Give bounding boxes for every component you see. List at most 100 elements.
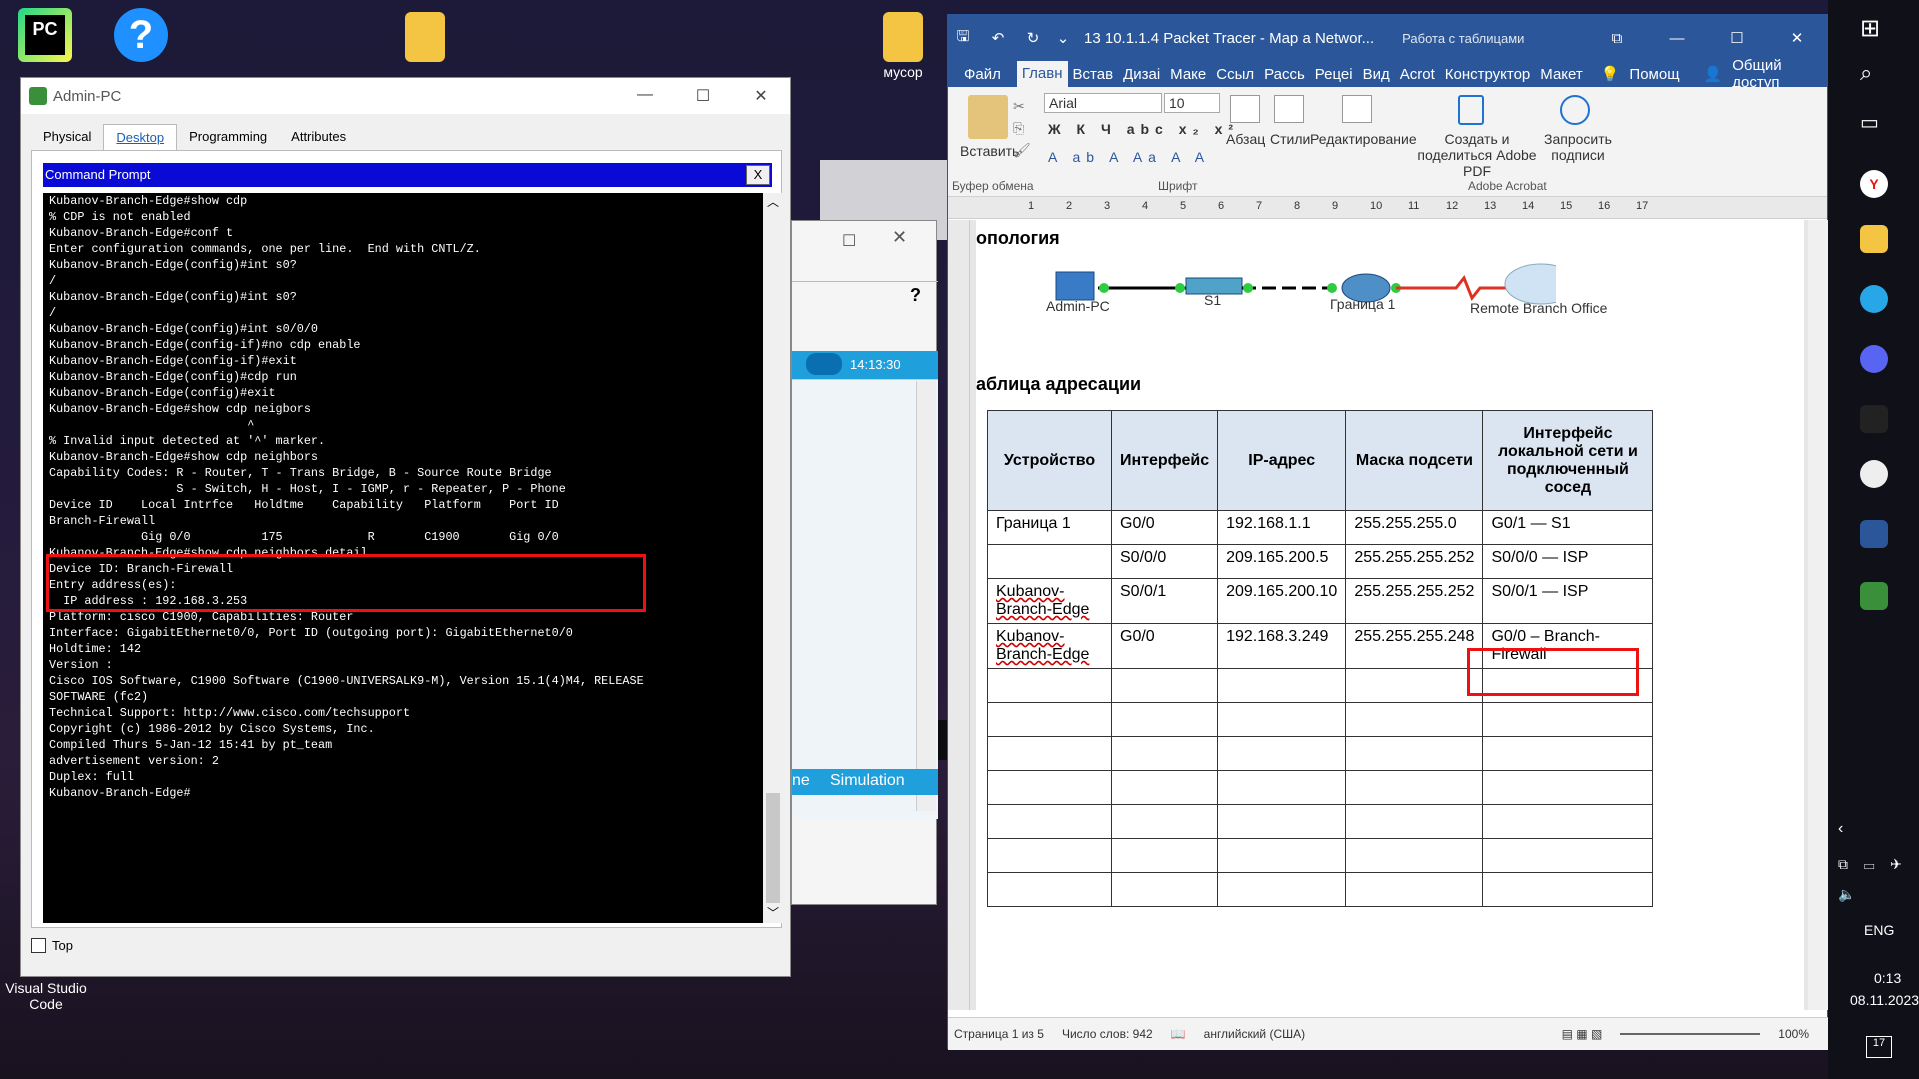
table-row[interactable]: Граница 1 G0/0 192.168.1.1 255.255.255.0 G0/…	[987, 510, 1654, 545]
table-cell[interactable]	[1482, 804, 1654, 839]
desktop-icon-musor[interactable]: мусор	[858, 12, 948, 80]
customize-icon[interactable]: ⌄	[1048, 29, 1078, 47]
table-cell[interactable]	[1110, 804, 1219, 839]
tab-layout[interactable]: Маке	[1165, 66, 1211, 83]
table-cell[interactable]	[987, 544, 1112, 579]
font-size-select[interactable]: 10	[1164, 93, 1220, 113]
table-row[interactable]: S0/0/0 209.165.200.5 255.255.255.252 S0/0/0…	[987, 544, 1654, 579]
yandex-icon[interactable]: Y	[1860, 170, 1888, 198]
top-checkbox[interactable]: Top	[31, 938, 73, 953]
tab-attributes[interactable]: Attributes	[279, 124, 358, 150]
table-cell[interactable]	[1482, 770, 1654, 805]
maximize-icon[interactable]: ☐	[1707, 29, 1767, 47]
tray-icons[interactable]: ⧉ ▭ ✈	[1838, 856, 1908, 873]
table-cell[interactable]: S0/0/0	[1110, 544, 1219, 579]
tab-programming[interactable]: Programming	[177, 124, 279, 150]
tab-acrobat[interactable]: Acrot	[1395, 66, 1440, 83]
table-cell[interactable]: G0/1 — S1	[1482, 510, 1654, 545]
zoom-slider[interactable]	[1620, 1033, 1761, 1035]
maximize-icon[interactable]: ☐	[842, 231, 856, 251]
table-row[interactable]	[987, 838, 1654, 873]
task-view-icon[interactable]: ▭	[1860, 110, 1888, 138]
help-question[interactable]: ?	[910, 285, 921, 306]
tray-chevron-icon[interactable]: ‹	[1838, 820, 1843, 838]
table-cell[interactable]: 255.255.255.252	[1345, 578, 1484, 624]
table-cell[interactable]: 255.255.255.248	[1345, 623, 1484, 669]
telegram-icon[interactable]	[1860, 285, 1888, 313]
desktop-icon-vscode[interactable]: Visual Studio Code	[0, 980, 92, 1012]
table-cell[interactable]: 255.255.255.0	[1345, 510, 1484, 545]
view-icons[interactable]: ▤ ▦ ▧	[1562, 1027, 1603, 1041]
table-cell[interactable]	[1217, 770, 1347, 805]
table-cell[interactable]: 255.255.255.252	[1345, 544, 1484, 579]
minimize-icon[interactable]: —	[616, 86, 674, 106]
table-cell[interactable]	[1482, 872, 1654, 907]
help-lightbulb-icon[interactable]: 💡	[1596, 65, 1625, 83]
table-cell[interactable]	[1345, 872, 1484, 907]
table-cell[interactable]	[1110, 770, 1219, 805]
realtime-label[interactable]: ne	[792, 772, 810, 790]
tab-design[interactable]: Дизаі	[1118, 66, 1165, 83]
document-page[interactable]: опология Admin-PC S1 Граница 1 Remote Br…	[976, 220, 1804, 1010]
tab-mailings[interactable]: Рассь	[1259, 66, 1310, 83]
table-cell[interactable]	[987, 872, 1112, 907]
packet-tracer-taskbar-icon[interactable]	[1860, 582, 1888, 610]
table-row[interactable]: Kubanov-Branch-Edge S0/0/1 209.165.200.10 2…	[987, 578, 1654, 624]
language-status[interactable]: английский (США)	[1204, 1027, 1305, 1041]
close-icon[interactable]: ✕	[1767, 29, 1827, 47]
table-cell[interactable]	[1217, 872, 1347, 907]
paste-label[interactable]: Вставить	[960, 143, 1019, 159]
page-count[interactable]: Страница 1 из 5	[954, 1027, 1044, 1041]
table-cell[interactable]	[1110, 702, 1219, 737]
create-pdf-label[interactable]: Создать и поделиться Adobe PDF	[1412, 131, 1542, 179]
tab-references[interactable]: Ссыл	[1211, 66, 1259, 83]
clipboard-tools[interactable]: ✂ ⎘ 🖌	[1013, 95, 1031, 161]
tab-insert[interactable]: Встав	[1068, 66, 1119, 83]
table-row[interactable]	[987, 736, 1654, 771]
paste-icon[interactable]	[968, 95, 1008, 139]
table-cell[interactable]	[1482, 838, 1654, 873]
table-cell[interactable]	[1217, 804, 1347, 839]
tab-review[interactable]: Рецеі	[1310, 66, 1358, 83]
table-cell[interactable]	[1482, 736, 1654, 771]
table-cell[interactable]: G0/0	[1110, 623, 1219, 669]
vertical-ruler[interactable]	[948, 220, 970, 1010]
table-cell[interactable]: 192.168.3.249	[1217, 623, 1347, 669]
request-sign-icon[interactable]	[1560, 95, 1590, 125]
save-icon[interactable]: 🖫	[948, 26, 978, 51]
terminal-scrollbar[interactable]: ︿ ﹀	[763, 193, 783, 923]
table-cell[interactable]	[1217, 668, 1347, 703]
tab-table-layout[interactable]: Макет	[1535, 66, 1587, 83]
table-row[interactable]	[987, 702, 1654, 737]
table-cell[interactable]	[1345, 770, 1484, 805]
notification-icon[interactable]: 17	[1866, 1036, 1892, 1058]
redo-icon[interactable]: ↻	[1018, 29, 1048, 47]
font-color-tools[interactable]: A ab A Aa A A	[1048, 149, 1210, 165]
create-pdf-icon[interactable]	[1458, 95, 1484, 125]
share-button[interactable]: Общий доступ	[1727, 57, 1827, 91]
ribbon-options-icon[interactable]: ⧉	[1587, 30, 1647, 47]
volume-icon[interactable]: 🔈	[1838, 886, 1855, 903]
table-cell[interactable]: S0/0/1 — ISP	[1482, 578, 1654, 624]
help-search[interactable]: Помощ	[1624, 66, 1684, 83]
command-prompt-close-button[interactable]: X	[746, 165, 770, 185]
close-icon[interactable]: ✕	[732, 86, 790, 106]
table-cell[interactable]	[1217, 838, 1347, 873]
doc-scrollbar[interactable]	[1808, 220, 1829, 1010]
search-icon[interactable]	[1342, 95, 1372, 123]
language-indicator[interactable]: ENG	[1864, 922, 1894, 938]
table-cell[interactable]	[987, 804, 1112, 839]
table-cell[interactable]: S0/0/0 — ISP	[1482, 544, 1654, 579]
table-cell[interactable]	[987, 770, 1112, 805]
paragraph-icon[interactable]	[1230, 95, 1260, 123]
word-count[interactable]: Число слов: 942	[1062, 1027, 1153, 1041]
app-icon[interactable]	[1860, 460, 1888, 488]
table-cell[interactable]: S0/0/1	[1110, 578, 1219, 624]
go-icon[interactable]	[1860, 405, 1888, 433]
styles-label[interactable]: Стили	[1270, 131, 1310, 147]
table-cell[interactable]	[987, 838, 1112, 873]
request-sign-label[interactable]: Запросить подписи	[1540, 131, 1616, 163]
clock-time[interactable]: 0:13	[1874, 970, 1901, 986]
table-cell[interactable]: Kubanov-Branch-Edge	[987, 623, 1112, 669]
minimize-icon[interactable]: —	[1647, 30, 1707, 47]
